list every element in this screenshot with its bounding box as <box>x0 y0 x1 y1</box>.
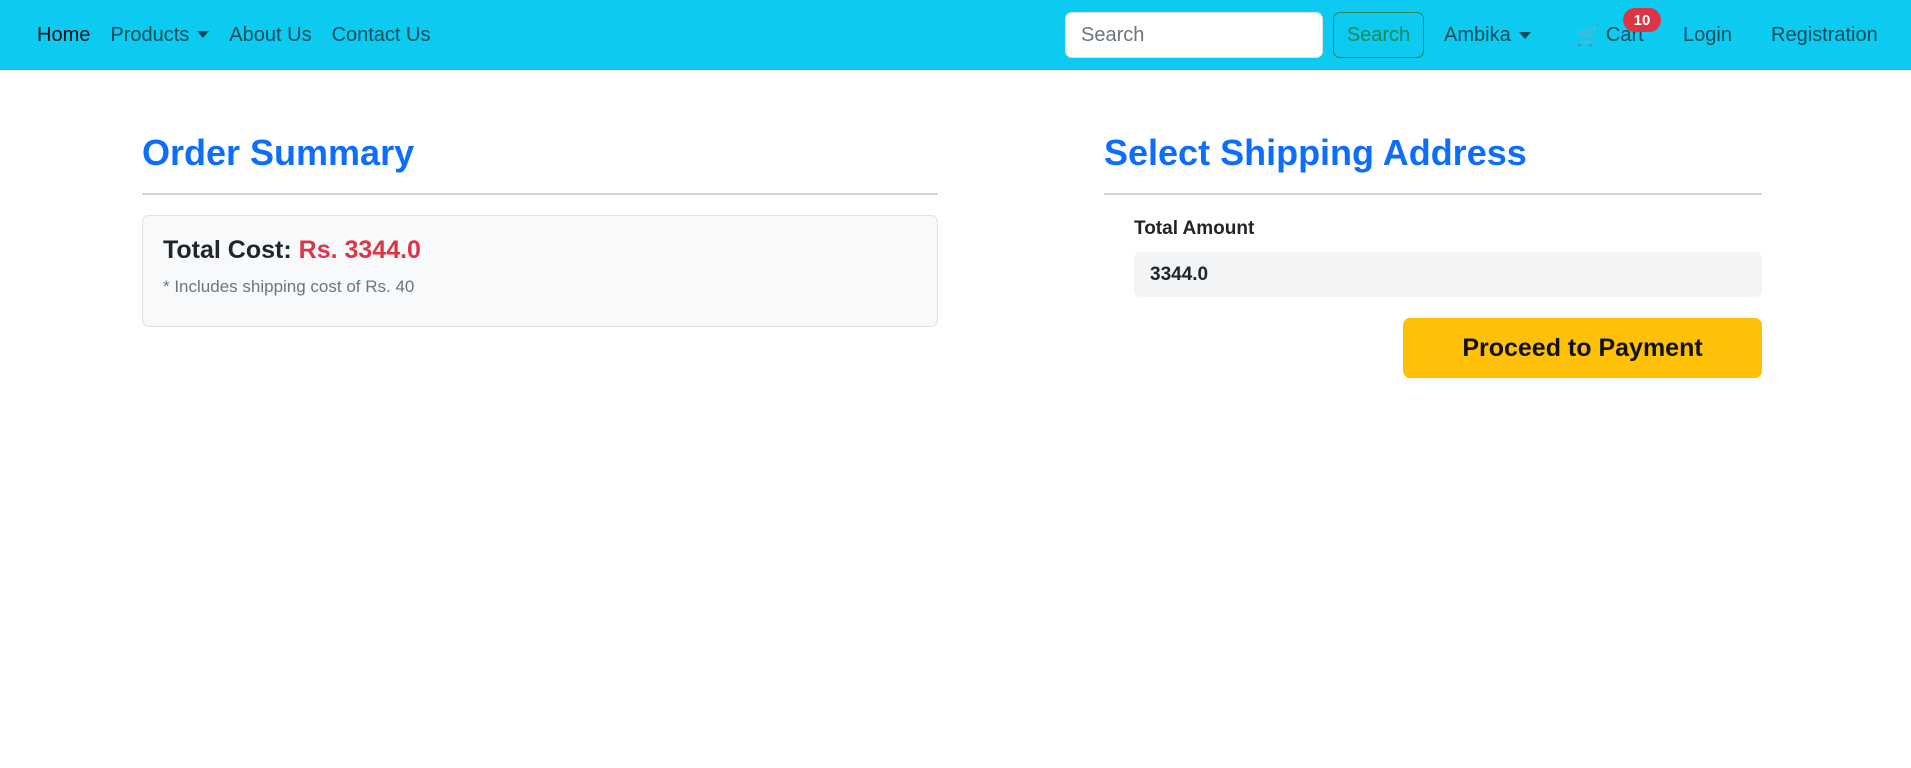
user-menu-label: Ambika <box>1444 23 1511 46</box>
nav-products-label: Products <box>110 23 190 46</box>
search-input[interactable] <box>1065 12 1323 58</box>
top-navbar: Home Products About Us Contact Us Search… <box>0 0 1911 70</box>
registration-link[interactable]: Registration <box>1771 0 1878 70</box>
nav-contact-link[interactable]: Contact Us <box>332 24 431 47</box>
nav-products-dropdown[interactable]: Products <box>110 23 210 47</box>
order-summary-card: Total Cost: Rs. 3344.0 * Includes shippi… <box>142 215 938 327</box>
divider <box>142 193 938 195</box>
proceed-to-payment-button[interactable]: Proceed to Payment <box>1403 318 1762 378</box>
chevron-down-icon <box>1518 31 1531 39</box>
total-cost-line: Total Cost: Rs. 3344.0 <box>163 236 917 265</box>
total-cost-value: Rs. 3344.0 <box>298 236 421 264</box>
shopping-cart-icon: 🛒 <box>1575 24 1600 47</box>
nav-links: Home Products About Us Contact Us <box>37 0 431 70</box>
user-menu-dropdown[interactable]: Ambika <box>1444 0 1531 70</box>
cart-count-badge: 10 <box>1623 8 1661 32</box>
login-link[interactable]: Login <box>1683 0 1732 70</box>
chevron-down-icon <box>197 30 210 38</box>
shipping-address-heading: Select Shipping Address <box>1104 132 1527 173</box>
order-summary-section: Order Summary Total Cost: Rs. 3344.0 * I… <box>142 125 938 327</box>
total-amount-label: Total Amount <box>1134 218 1255 239</box>
total-amount-field: 3344.0 <box>1134 252 1762 297</box>
total-cost-label: Total Cost: <box>163 236 292 264</box>
divider <box>1104 193 1762 195</box>
order-summary-heading: Order Summary <box>142 132 415 173</box>
nav-home-link[interactable]: Home <box>37 24 90 47</box>
nav-about-link[interactable]: About Us <box>229 24 311 47</box>
shipping-address-section: Select Shipping Address Total Amount 334… <box>1104 125 1762 378</box>
search-button[interactable]: Search <box>1333 12 1424 58</box>
shipping-cost-note: * Includes shipping cost of Rs. 40 <box>163 277 415 296</box>
